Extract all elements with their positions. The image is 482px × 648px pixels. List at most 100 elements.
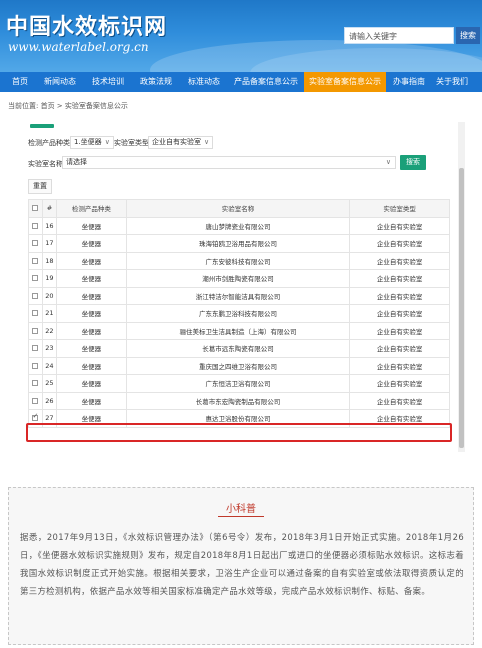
row-number: 19 <box>41 269 57 288</box>
table-row[interactable]: 18 坐便器 广东安彼科技有限公司 企业自有实验室 <box>28 251 450 270</box>
row-checkbox[interactable] <box>28 286 43 305</box>
table-row[interactable]: 23 坐便器 长葛市远东陶瓷有限公司 企业自有实验室 <box>28 339 450 358</box>
table-row[interactable]: 17 坐便器 珠海铂鸥卫浴用品有限公司 企业自有实验室 <box>28 234 450 253</box>
nav-item-standards[interactable]: 标准动态 <box>180 72 228 92</box>
checkbox-icon[interactable] <box>32 397 39 404</box>
row-number: 18 <box>41 251 57 270</box>
row-lab-name: 长葛市东宏陶瓷制品有限公司 <box>125 391 351 410</box>
nav-item-policy[interactable]: 政策法规 <box>132 72 180 92</box>
lab-name-label: 实验室名称 <box>28 160 63 168</box>
table-row[interactable]: 20 坐便器 浙江特洁尔智能洁具有限公司 企业自有实验室 <box>28 286 450 305</box>
select-all-checkbox[interactable] <box>28 199 43 218</box>
breadcrumb: 当前位置: 首页 > 实验室备案信息公示 <box>8 102 128 110</box>
nav-item-home[interactable]: 首页 <box>0 72 36 92</box>
row-product: 坐便器 <box>55 216 127 235</box>
column-header-lab-name: 实验室名称 <box>125 199 351 218</box>
product-type-select[interactable]: 1.坐便器 ∨ <box>70 136 114 149</box>
row-checkbox[interactable] <box>28 339 43 358</box>
row-lab-type: 企业自有实验室 <box>349 251 450 270</box>
panel-scroll-thumb[interactable] <box>459 168 464 448</box>
info-title: 小科普 <box>226 504 256 515</box>
row-lab-type: 企业自有实验室 <box>349 409 450 428</box>
filter-search-button[interactable]: 搜索 <box>400 155 426 170</box>
checkbox-icon[interactable] <box>32 380 39 387</box>
nav-item-training[interactable]: 技术培训 <box>84 72 132 92</box>
panel-accent-bar <box>30 124 54 128</box>
row-checkbox[interactable] <box>28 391 43 410</box>
row-checkbox[interactable] <box>28 304 43 323</box>
table-row[interactable]: 27坐便器惠达卫浴股份有限公司企业自有实验室 <box>28 409 450 428</box>
checkbox-icon[interactable] <box>32 240 39 247</box>
table-row[interactable]: 21 坐便器 广东东鹏卫浴科技有限公司 企业自有实验室 <box>28 304 450 323</box>
row-lab-name: 潮州市剑胜陶瓷有限公司 <box>125 269 351 288</box>
checkbox-checked-icon[interactable] <box>32 412 39 422</box>
row-lab-name: 浙江特洁尔智能洁具有限公司 <box>125 286 351 305</box>
nav-item-lab-filing[interactable]: 实验室备案信息公示 <box>304 72 386 92</box>
row-number: 21 <box>41 304 57 323</box>
row-checkbox[interactable] <box>28 216 43 235</box>
row-product: 坐便器 <box>55 356 127 375</box>
row-lab-type: 企业自有实验室 <box>349 234 450 253</box>
row-number: 23 <box>41 339 57 358</box>
info-title-underline <box>218 516 264 517</box>
row-checkbox[interactable] <box>28 374 43 393</box>
row-product: 坐便器 <box>55 391 127 410</box>
table-row[interactable]: 22 坐便器 骊住美标卫生洁具制造（上海）有限公司 企业自有实验室 <box>28 321 450 340</box>
checkbox-icon[interactable] <box>32 362 39 369</box>
product-type-label: 检测产品种类 <box>28 139 70 147</box>
row-number: 26 <box>41 391 57 410</box>
lab-type-label: 实验室类型 <box>114 139 149 147</box>
row-lab-type: 企业自有实验室 <box>349 374 450 393</box>
row-lab-name: 珠海铂鸥卫浴用品有限公司 <box>125 234 351 253</box>
checkbox-icon[interactable] <box>32 257 39 264</box>
lab-name-value: 请选择 <box>66 158 87 166</box>
table-body: 16 坐便器 唐山梦牌瓷业有限公司 企业自有实验室 17 坐便器 珠海铂鸥卫浴用品有限公司企… <box>28 216 450 428</box>
table-row[interactable]: 25 坐便器 广东恒洁卫浴有限公司 企业自有实验室 <box>28 374 450 393</box>
row-lab-type: 企业自有实验室 <box>349 391 450 410</box>
chevron-down-icon: ∨ <box>104 138 110 146</box>
row-checkbox[interactable] <box>28 234 43 253</box>
checkbox-icon[interactable] <box>32 327 39 334</box>
site-logo[interactable]: 中国水效标识网 <box>6 9 167 41</box>
row-checkbox[interactable] <box>28 269 43 288</box>
nav-item-news[interactable]: 新闻动态 <box>36 72 84 92</box>
column-header-lab-type: 实验室类型 <box>349 199 450 218</box>
row-number: 24 <box>41 356 57 375</box>
chevron-down-icon: ∨ <box>385 158 391 166</box>
lab-name-select[interactable]: 请选择 ∨ <box>62 156 396 169</box>
row-product: 坐便器 <box>55 304 127 323</box>
row-checkbox[interactable] <box>28 321 43 340</box>
product-type-value: 1.坐便器 <box>74 138 102 146</box>
lab-type-select[interactable]: 企业自有实验室 ∨ <box>148 136 214 149</box>
checkbox-icon[interactable] <box>32 275 39 282</box>
checkbox-icon[interactable] <box>32 292 39 299</box>
row-product: 坐便器 <box>55 234 127 253</box>
row-checkbox[interactable] <box>28 251 43 270</box>
row-checkbox[interactable] <box>28 409 43 428</box>
checkbox-icon[interactable] <box>32 222 39 229</box>
site-search-input[interactable]: 请输入关键字 <box>344 27 454 44</box>
info-text: 据悉，2017年9月13日，《水效标识管理办法》（第6号令）发布，2018年3月… <box>20 532 464 596</box>
table-row[interactable]: 24 坐便器 重庆国之四维卫浴有限公司 企业自有实验室 <box>28 356 450 375</box>
row-product: 坐便器 <box>55 269 127 288</box>
row-lab-name: 重庆国之四维卫浴有限公司 <box>125 356 351 375</box>
site-search-button[interactable]: 搜索 <box>456 27 480 44</box>
table-row[interactable]: 19 坐便器 潮州市剑胜陶瓷有限公司 企业自有实验室 <box>28 269 450 288</box>
nav-item-guide[interactable]: 办事指南 <box>386 72 432 92</box>
row-lab-name: 惠达卫浴股份有限公司 <box>125 409 351 428</box>
checkbox-icon[interactable] <box>32 345 39 352</box>
row-number: 20 <box>41 286 57 305</box>
row-lab-name: 广东东鹏卫浴科技有限公司 <box>125 304 351 323</box>
row-number: 25 <box>41 374 57 393</box>
row-product: 坐便器 <box>55 409 127 428</box>
table-row[interactable]: 26 坐便器 长葛市东宏陶瓷制品有限公司 企业自有实验室 <box>28 391 450 410</box>
column-header-number: # <box>41 199 57 218</box>
row-checkbox[interactable] <box>28 356 43 375</box>
row-lab-type: 企业自有实验室 <box>349 216 450 235</box>
checkbox-icon[interactable] <box>32 310 39 317</box>
table-row[interactable]: 16 坐便器 唐山梦牌瓷业有限公司 企业自有实验室 <box>28 216 450 235</box>
row-lab-type: 企业自有实验室 <box>349 286 450 305</box>
nav-item-product-filing[interactable]: 产品备案信息公示 <box>228 72 304 92</box>
nav-item-about[interactable]: 关于我们 <box>432 72 472 92</box>
reset-button[interactable]: 重置 <box>28 179 52 194</box>
